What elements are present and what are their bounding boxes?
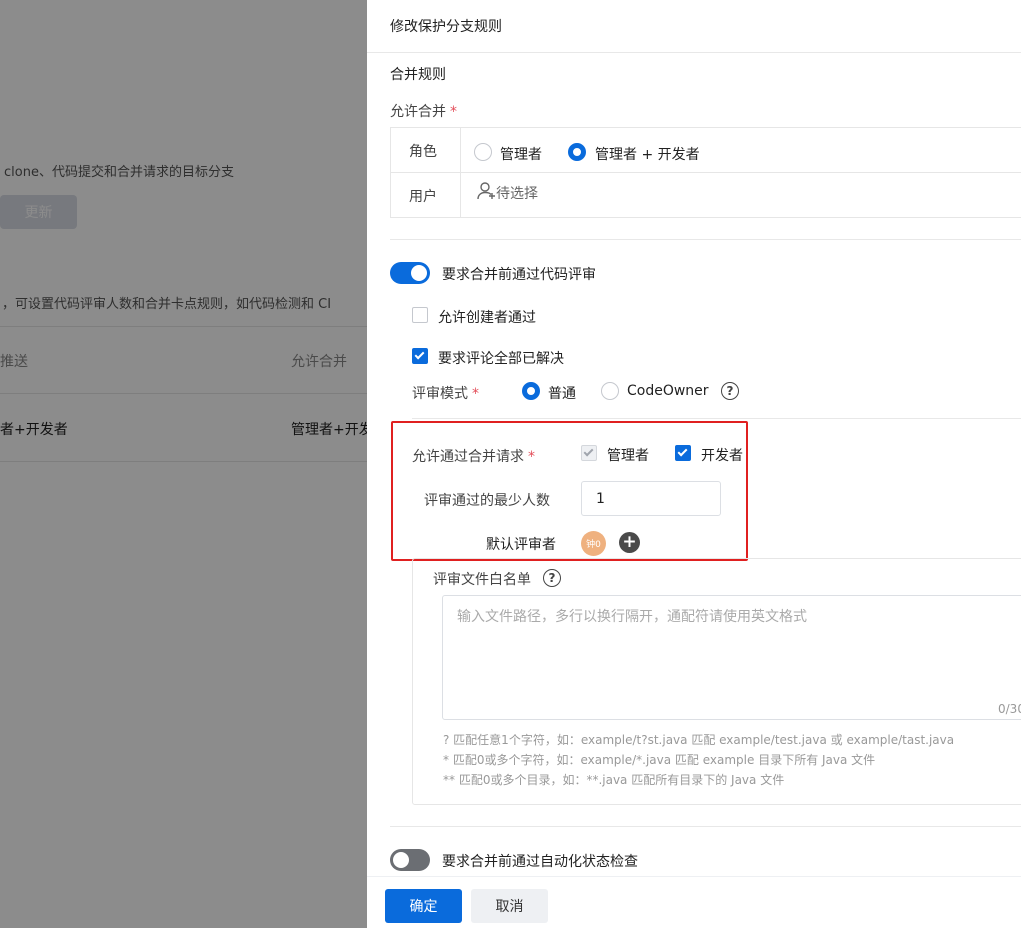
role-radio-admin[interactable] (474, 143, 492, 161)
allow-merge-table: 角色 管理者 管理者 + 开发者 用户 待选择 (390, 127, 1021, 218)
auto-check-switch[interactable] (390, 849, 430, 871)
allow-creator-label[interactable]: 允许创建者通过 (438, 307, 536, 327)
role-label: 角色 (409, 144, 437, 160)
edit-branch-rule-drawer: 修改保护分支规则 合并规则 允许合并 * 角色 管理者 管理者 + 开发者 用户 … (367, 0, 1021, 928)
divider (391, 172, 1021, 173)
switch-knob (411, 265, 427, 281)
whitelist-placeholder: 输入文件路径，多行以换行隔开，通配符请使用英文格式 (457, 609, 807, 625)
required-mark: * (472, 386, 479, 402)
require-resolved-checkbox[interactable] (412, 348, 428, 364)
whitelist-textarea[interactable]: 输入文件路径，多行以换行隔开，通配符请使用英文格式 (442, 595, 1021, 720)
divider (460, 128, 461, 217)
review-mode-option-normal[interactable]: 普通 (548, 383, 576, 403)
role-radio-admin-developer[interactable] (568, 143, 586, 161)
code-review-switch[interactable] (390, 262, 430, 284)
whitelist-label: 评审文件白名单 (433, 572, 531, 588)
required-mark: * (450, 104, 457, 120)
switch-knob (393, 852, 409, 868)
divider (390, 239, 1021, 240)
highlight-box (391, 421, 748, 561)
user-picker[interactable]: 待选择 (496, 183, 538, 203)
review-mode-label: 评审模式 * (412, 386, 479, 402)
review-mode-radio-codeowner[interactable] (601, 382, 619, 400)
role-option-admin[interactable]: 管理者 (500, 144, 542, 164)
role-option-admin-developer[interactable]: 管理者 + 开发者 (595, 144, 700, 164)
help-icon[interactable]: ? (543, 569, 561, 587)
divider (367, 52, 1021, 53)
cancel-button[interactable]: 取消 (471, 889, 548, 923)
hint-line: ? 匹配任意1个字符，如：example/t?st.java 匹配 exampl… (443, 733, 955, 747)
user-label: 用户 (409, 189, 437, 205)
code-review-switch-label: 要求合并前通过代码评审 (442, 267, 596, 283)
add-user-icon[interactable] (477, 181, 497, 201)
review-mode-option-codeowner[interactable]: CodeOwner (627, 383, 709, 399)
help-icon[interactable]: ? (721, 382, 739, 400)
divider (390, 826, 1021, 827)
hint-line: * 匹配0或多个字符，如：example/*.java 匹配 example 目… (443, 753, 876, 767)
allow-creator-checkbox[interactable] (412, 307, 428, 323)
drawer-title: 修改保护分支规则 (390, 19, 502, 35)
section-title: 合并规则 (390, 67, 446, 83)
review-mode-radio-normal[interactable] (522, 382, 540, 400)
char-counter: 0/300 (998, 702, 1021, 716)
modal-mask[interactable] (0, 0, 367, 928)
hint-line: ** 匹配0或多个目录，如：**.java 匹配所有目录下的 Java 文件 (443, 773, 785, 787)
auto-check-switch-label: 要求合并前通过自动化状态检查 (442, 854, 638, 870)
confirm-button[interactable]: 确定 (385, 889, 462, 923)
check-icon (414, 349, 425, 360)
divider (412, 418, 1021, 419)
allow-merge-label: 允许合并 * (390, 104, 457, 120)
require-resolved-label[interactable]: 要求评论全部已解决 (438, 348, 564, 368)
drawer-footer: 确定 取消 (367, 876, 1021, 928)
